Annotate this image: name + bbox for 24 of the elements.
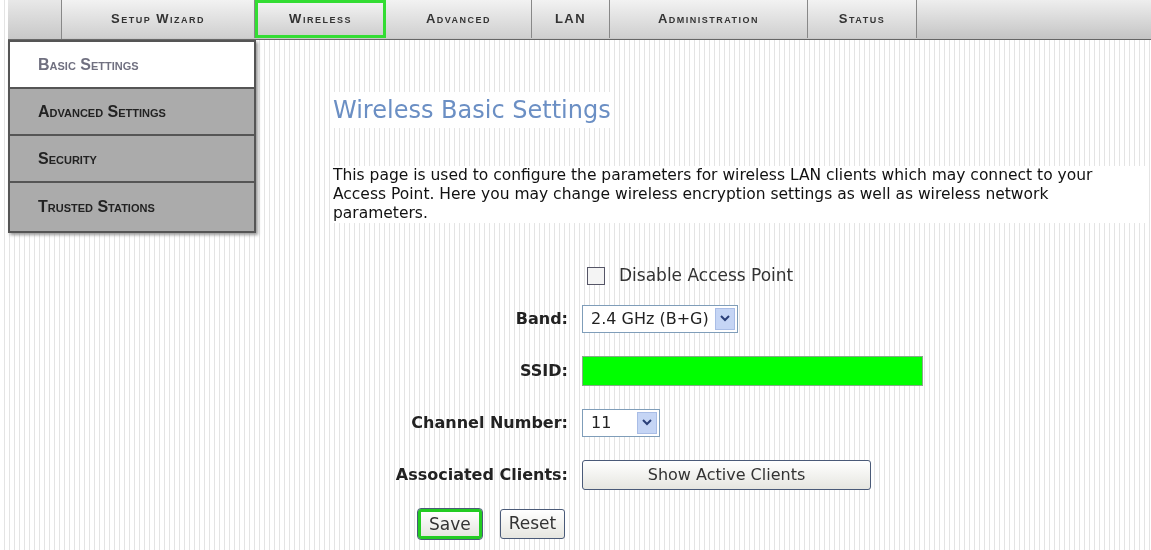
dropdown[interactable]: 11 bbox=[582, 408, 660, 437]
nav-tab[interactable]: Wireless bbox=[255, 0, 386, 38]
nav-tab[interactable]: Status bbox=[808, 0, 917, 38]
checkbox-label: Disable Access Point bbox=[619, 264, 794, 287]
sidebar-item[interactable]: Trusted Stations bbox=[10, 183, 254, 230]
description: This page is used to configure the parameters for wireless LAN clients which may connect to your Access Point. Here you may change wireless encryption settings as well as wireless network parameters. bbox=[333, 166, 1148, 223]
nav-tab[interactable]: Advanced bbox=[386, 0, 532, 38]
field-label: SSID: bbox=[519, 359, 568, 382]
masked-input-field[interactable] bbox=[582, 355, 923, 386]
form-button[interactable]: Reset bbox=[499, 508, 566, 539]
sidebar-item[interactable]: Security bbox=[10, 136, 254, 183]
nav-tab[interactable]: Administration bbox=[610, 0, 808, 38]
sidebar-item[interactable]: Basic Settings bbox=[10, 42, 254, 89]
show-clients-button[interactable]: Show Active Clients bbox=[582, 459, 871, 490]
field-label: Band: bbox=[514, 307, 568, 330]
field-label: Channel Number: bbox=[410, 411, 568, 434]
form-button[interactable]: Save bbox=[418, 508, 482, 539]
nav-tab[interactable]: Setup Wizard bbox=[62, 0, 255, 38]
checkbox[interactable] bbox=[587, 266, 605, 285]
dropdown[interactable]: 2.4 GHz (B+G) bbox=[582, 304, 738, 333]
field-label: Associated Clients: bbox=[394, 463, 568, 486]
nav-tab[interactable]: LAN bbox=[532, 0, 610, 38]
page-title: Wireless Basic Settings bbox=[333, 92, 611, 128]
sidebar-item[interactable]: Advanced Settings bbox=[10, 89, 254, 136]
